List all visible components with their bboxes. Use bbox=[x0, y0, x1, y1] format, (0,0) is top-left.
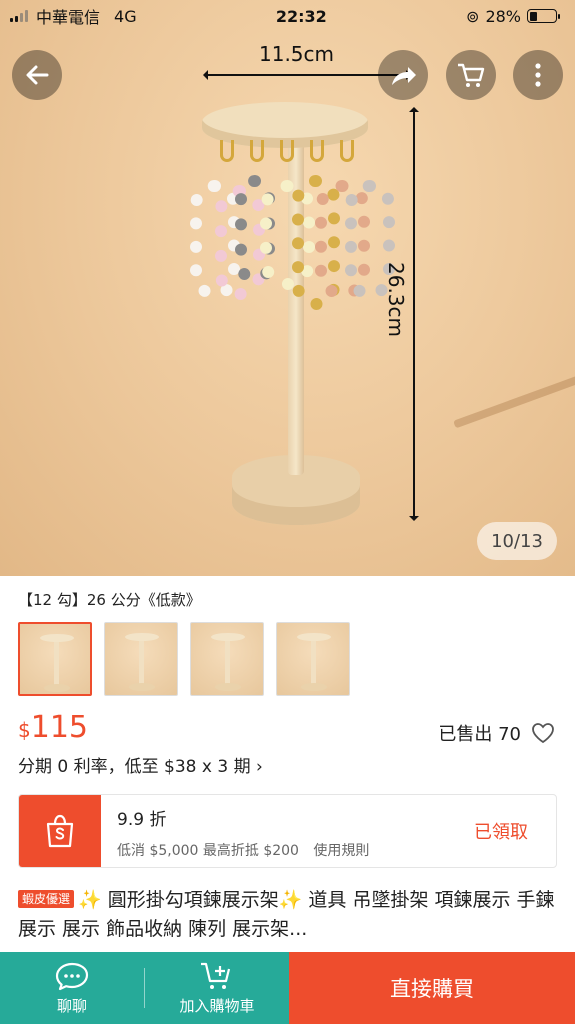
voucher-subtitle: 低消 $5,000 最高折抵 $200 bbox=[117, 843, 299, 859]
network-type: 4G bbox=[114, 6, 137, 26]
chat-button[interactable]: 聊聊 bbox=[0, 952, 144, 1024]
voucher-title: 9.9 折 bbox=[117, 810, 167, 830]
carrier-name: 中華電信 bbox=[36, 8, 101, 27]
product-title: ✨ 圓形掛勾項鍊展示架✨ 道具 吊墜掛架 項鍊展示 手鍊展示 展示 飾品收納 陳… bbox=[18, 889, 555, 940]
background-shadow bbox=[453, 369, 575, 429]
height-dimension-line bbox=[409, 107, 419, 521]
more-button[interactable] bbox=[513, 50, 563, 100]
sold-count: 已售出 70 bbox=[438, 724, 521, 745]
more-vertical-icon bbox=[535, 63, 541, 87]
voucher-card[interactable]: 9.9 折 低消 $5,000 最高折抵 $200 使用規則 已領取 bbox=[18, 794, 557, 868]
product-title-block: 蝦皮優選 ✨ 圓形掛勾項鍊展示架✨ 道具 吊墜掛架 項鍊展示 手鍊展示 展示 飾品… bbox=[18, 886, 558, 944]
width-dimension-label: 11.5cm bbox=[259, 42, 335, 66]
sold-count-row: 已售出 70 bbox=[438, 720, 555, 746]
back-arrow-icon bbox=[26, 65, 49, 85]
chat-label: 聊聊 bbox=[56, 996, 87, 1015]
product-price: $ 115 bbox=[18, 710, 88, 745]
add-to-cart-button[interactable]: 加入購物車 bbox=[145, 952, 289, 1024]
status-bar: 中華電信 4G 22:32 ⊚ 28% bbox=[0, 0, 575, 32]
add-cart-icon bbox=[201, 962, 231, 989]
chat-icon bbox=[55, 962, 89, 990]
buy-now-label: 直接購買 bbox=[390, 977, 474, 1001]
variation-thumbnail[interactable] bbox=[18, 622, 92, 696]
share-button[interactable] bbox=[378, 50, 428, 100]
variation-thumbnail[interactable] bbox=[104, 622, 178, 696]
buy-now-button[interactable]: 直接購買 bbox=[289, 952, 575, 1024]
height-dimension-label: 26.3cm bbox=[384, 262, 408, 338]
selected-variation-label: 【12 勾】26 公分《低款》 bbox=[18, 591, 201, 609]
preferred-badge: 蝦皮優選 bbox=[18, 890, 75, 908]
cart-icon bbox=[458, 63, 485, 87]
rotation-lock-icon: ⊚ bbox=[466, 6, 480, 26]
shopee-bag-icon bbox=[46, 814, 74, 848]
signal-icon bbox=[10, 10, 28, 22]
battery-percent: 28% bbox=[485, 6, 521, 26]
variation-thumbnails bbox=[18, 622, 350, 696]
installment-info[interactable]: 分期 0 利率，低至 $38 x 3 期 › bbox=[18, 752, 263, 777]
voucher-conditions: 低消 $5,000 最高折抵 $200 使用規則 bbox=[117, 840, 430, 860]
cart-button[interactable] bbox=[446, 50, 496, 100]
battery-icon bbox=[527, 9, 560, 23]
bottom-action-bar: 聊聊 加入購物車 直接購買 bbox=[0, 952, 575, 1024]
heart-icon[interactable] bbox=[531, 722, 555, 744]
stand-hooks bbox=[205, 140, 370, 180]
variation-thumbnail[interactable] bbox=[276, 622, 350, 696]
variation-thumbnail[interactable] bbox=[190, 622, 264, 696]
product-image-carousel[interactable]: 中華電信 4G 22:32 ⊚ 28% 11.5cm 26.3cm 10/13 bbox=[0, 0, 575, 576]
image-counter: 10/13 bbox=[477, 522, 557, 560]
voucher-logo bbox=[19, 795, 101, 867]
back-button[interactable] bbox=[12, 50, 62, 100]
voucher-claimed-status[interactable]: 已領取 bbox=[446, 795, 556, 867]
clock: 22:32 bbox=[275, 6, 327, 26]
share-icon bbox=[392, 67, 416, 85]
price-amount: 115 bbox=[30, 710, 88, 745]
price-currency: $ bbox=[18, 718, 31, 742]
add-to-cart-label: 加入購物車 bbox=[179, 996, 255, 1015]
voucher-rules-link[interactable]: 使用規則 bbox=[313, 843, 369, 859]
